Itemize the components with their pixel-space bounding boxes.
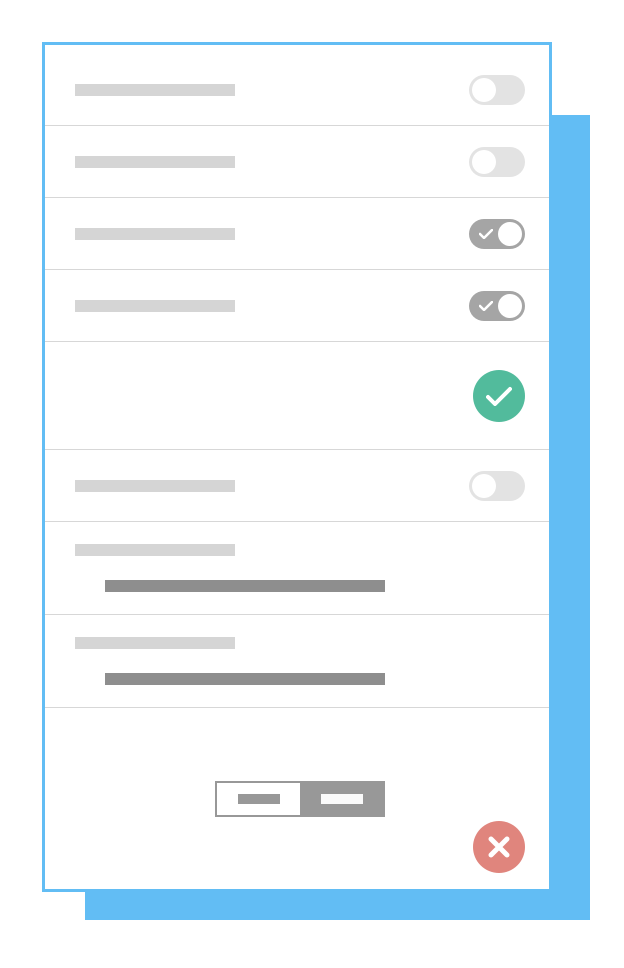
toggle-knob	[472, 150, 496, 174]
segment-left-label	[238, 794, 280, 804]
toggle-3[interactable]	[469, 219, 525, 249]
toggle-6[interactable]	[469, 471, 525, 501]
segmented-control[interactable]	[215, 781, 385, 817]
toggle-2[interactable]	[469, 147, 525, 177]
close-icon[interactable]	[473, 821, 525, 873]
setting-label	[75, 156, 235, 168]
segment-right[interactable]	[300, 783, 383, 815]
setting-label	[75, 84, 235, 96]
setting-label	[75, 480, 235, 492]
section-heading	[75, 637, 235, 649]
segment-left[interactable]	[217, 783, 300, 815]
section-2	[45, 615, 549, 708]
settings-panel	[42, 42, 552, 892]
segment-right-label	[321, 794, 363, 804]
section-1	[45, 522, 549, 615]
setting-row-5	[45, 342, 549, 450]
setting-row-4	[45, 270, 549, 342]
setting-row-1	[45, 45, 549, 126]
toggle-knob	[498, 294, 522, 318]
setting-label	[75, 228, 235, 240]
success-check-icon[interactable]	[473, 370, 525, 422]
section-detail	[105, 673, 385, 685]
section-detail	[105, 580, 385, 592]
toggle-knob	[472, 474, 496, 498]
toggle-knob	[472, 78, 496, 102]
check-icon	[479, 229, 493, 239]
check-icon	[479, 301, 493, 311]
setting-row-3	[45, 198, 549, 270]
toggle-4[interactable]	[469, 291, 525, 321]
setting-row-6	[45, 450, 549, 522]
setting-label	[75, 300, 235, 312]
setting-row-2	[45, 126, 549, 198]
toggle-1[interactable]	[469, 75, 525, 105]
toggle-knob	[498, 222, 522, 246]
panel-footer	[45, 708, 549, 889]
section-heading	[75, 544, 235, 556]
